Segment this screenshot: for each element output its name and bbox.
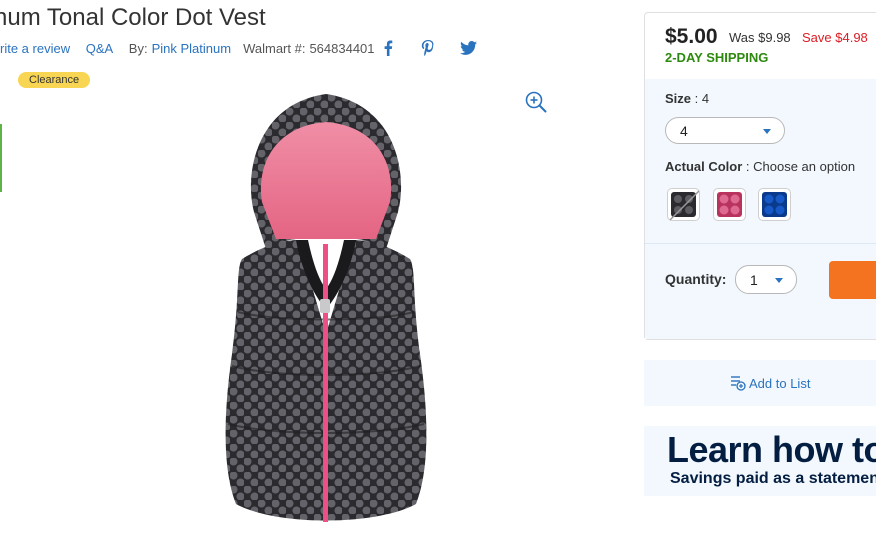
brand-link[interactable]: Pink Platinum bbox=[152, 41, 231, 56]
quantity-value: 1 bbox=[750, 272, 758, 288]
chevron-down-icon bbox=[763, 129, 771, 134]
was-price: Was $9.98 bbox=[729, 30, 791, 45]
divider bbox=[645, 243, 876, 244]
promo-subtext: Savings paid as a statement bbox=[670, 470, 876, 487]
quantity-select[interactable]: 1 bbox=[735, 265, 797, 294]
size-select-value: 4 bbox=[680, 123, 688, 139]
current-price: $5.00 bbox=[665, 25, 718, 48]
save-amount: Save $4.98 bbox=[802, 30, 868, 45]
thumbnail-selection-indicator[interactable] bbox=[0, 124, 2, 192]
zoom-in-icon[interactable] bbox=[525, 91, 547, 113]
pinterest-icon[interactable] bbox=[418, 38, 438, 58]
add-to-cart-button[interactable] bbox=[829, 261, 876, 299]
walmart-number: 564834401 bbox=[309, 41, 375, 56]
size-label: Size : 4 bbox=[665, 91, 710, 106]
add-to-list-label: Add to List bbox=[749, 376, 811, 391]
polka-dot-hooded-vest-image[interactable] bbox=[216, 94, 436, 531]
product-title: num Tonal Color Dot Vest bbox=[0, 4, 266, 31]
facebook-icon[interactable] bbox=[378, 38, 398, 58]
color-swatch-pink[interactable] bbox=[713, 188, 746, 221]
color-swatch-black-unavailable[interactable] bbox=[667, 188, 700, 221]
color-label: Actual Color : Choose an option bbox=[665, 159, 856, 174]
size-select[interactable]: 4 bbox=[665, 117, 785, 144]
list-add-icon bbox=[730, 375, 746, 396]
clearance-badge: Clearance bbox=[18, 72, 91, 88]
size-value: 4 bbox=[701, 91, 710, 106]
twitter-icon[interactable] bbox=[458, 38, 478, 58]
quantity-label: Quantity: bbox=[665, 271, 727, 287]
color-swatch-blue[interactable] bbox=[758, 188, 791, 221]
walmart-number-label: Walmart #: bbox=[243, 41, 306, 56]
shipping-label: 2-DAY SHIPPING bbox=[665, 50, 769, 65]
product-meta: rite a review Q&A By: Pink Platinum Walmar… bbox=[0, 41, 395, 56]
write-review-link[interactable]: rite a review bbox=[0, 41, 70, 56]
add-to-list-button[interactable]: Add to List bbox=[644, 360, 876, 406]
buy-box: $5.00 Was $9.98 Save $4.98 2-DAY SHIPPIN… bbox=[644, 12, 876, 340]
promo-banner[interactable]: Learn how to Savings paid as a statement bbox=[644, 426, 876, 496]
qa-link[interactable]: Q&A bbox=[86, 41, 113, 56]
by-label: By: bbox=[128, 41, 148, 56]
promo-headline: Learn how to bbox=[667, 429, 876, 470]
color-value: Choose an option bbox=[753, 159, 856, 174]
chevron-down-icon bbox=[775, 278, 783, 283]
